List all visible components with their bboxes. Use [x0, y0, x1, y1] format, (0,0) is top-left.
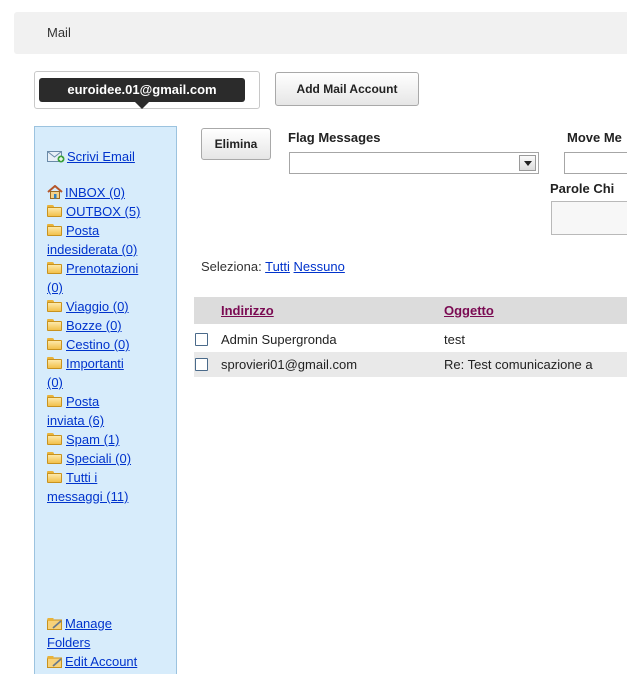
folder-label-line1[interactable]: Posta	[66, 223, 99, 238]
folder-icon	[47, 300, 63, 312]
home-icon	[47, 185, 63, 199]
folder-icon	[47, 452, 63, 464]
row-from[interactable]: sprovieri01@gmail.com	[221, 357, 357, 372]
folder-icon	[47, 357, 63, 369]
column-header-subject[interactable]: Oggetto	[444, 303, 494, 318]
folder-sidebar: Scrivi Email INBOX (0) OUTBOX (5) Posta …	[34, 126, 177, 674]
row-subject[interactable]: Re: Test comunicazione a	[444, 357, 627, 372]
folder-label-line2[interactable]: (0)	[47, 280, 63, 295]
folder-icon	[47, 433, 63, 445]
select-all-link[interactable]: Tutti	[265, 259, 290, 274]
message-table-header: Indirizzo Oggetto	[194, 297, 627, 324]
move-messages-select[interactable]	[564, 152, 627, 174]
folder-icon	[47, 395, 63, 407]
folder-speciali-label[interactable]: Speciali (0)	[66, 451, 131, 466]
folder-bozze[interactable]: Bozze (0)	[47, 316, 122, 335]
table-row[interactable]: Admin Supergronda test	[194, 327, 627, 352]
manage-folders-label[interactable]: Manage	[65, 616, 112, 631]
folder-posta-inviata[interactable]: Posta	[47, 392, 99, 411]
folder-icon	[47, 471, 63, 483]
folder-cestino[interactable]: Cestino (0)	[47, 335, 130, 354]
selection-prefix: Seleziona:	[201, 259, 262, 274]
folder-tutti-messaggi[interactable]: Tutti i	[47, 468, 97, 487]
row-checkbox[interactable]	[195, 333, 208, 346]
compose-email-link[interactable]: Scrivi Email	[47, 147, 135, 166]
folder-cestino-label[interactable]: Cestino (0)	[66, 337, 130, 352]
compose-mail-icon	[47, 151, 65, 163]
folder-icon	[47, 338, 63, 350]
edit-account-label[interactable]: Edit Account	[65, 654, 137, 669]
select-none-link[interactable]: Nessuno	[294, 259, 345, 274]
account-pointer-icon	[135, 102, 149, 109]
move-messages-label: Move Me	[567, 130, 622, 145]
folder-icon	[47, 319, 63, 331]
compose-email-label[interactable]: Scrivi Email	[67, 149, 135, 164]
folder-label-line1[interactable]: Posta	[66, 394, 99, 409]
folder-viaggio[interactable]: Viaggio (0)	[47, 297, 129, 316]
delete-button[interactable]: Elimina	[201, 128, 271, 160]
folder-label-line2[interactable]: (0)	[47, 375, 63, 390]
folder-label-line1[interactable]: Prenotazioni	[66, 261, 138, 276]
folder-icon	[47, 262, 63, 274]
chevron-down-icon[interactable]	[519, 155, 536, 171]
flag-messages-label: Flag Messages	[288, 130, 381, 145]
add-mail-account-button[interactable]: Add Mail Account	[275, 72, 419, 106]
folder-speciali[interactable]: Speciali (0)	[47, 449, 131, 468]
edit-account-icon	[47, 656, 62, 668]
folder-icon	[47, 224, 63, 236]
row-from[interactable]: Admin Supergronda	[221, 332, 337, 347]
column-header-address[interactable]: Indirizzo	[221, 303, 274, 318]
folder-posta-inviata-line2[interactable]: inviata (6)	[47, 411, 104, 430]
table-row[interactable]: sprovieri01@gmail.com Re: Test comunicaz…	[194, 352, 627, 377]
folder-spam-label[interactable]: Spam (1)	[66, 432, 119, 447]
folder-outbox-label[interactable]: OUTBOX (5)	[66, 204, 140, 219]
account-email-badge[interactable]: euroidee.01@gmail.com	[39, 78, 245, 102]
folder-prenotazioni-line2[interactable]: (0)	[47, 278, 63, 297]
folder-posta-indesiderata-line2[interactable]: indesiderata (0)	[47, 240, 137, 259]
folder-prenotazioni[interactable]: Prenotazioni	[47, 259, 138, 278]
folder-importanti-line2[interactable]: (0)	[47, 373, 63, 392]
folder-outbox[interactable]: OUTBOX (5)	[47, 202, 140, 221]
manage-folders-icon	[47, 618, 62, 630]
manage-folders-link[interactable]: Manage	[47, 614, 112, 633]
keywords-input[interactable]	[551, 201, 627, 235]
page-title: Mail	[47, 25, 71, 40]
folder-icon	[47, 205, 63, 217]
manage-folders-line2[interactable]: Folders	[47, 633, 90, 652]
top-bar: Mail	[14, 12, 627, 54]
edit-account-link[interactable]: Edit Account	[47, 652, 137, 671]
keywords-label: Parole Chi	[550, 181, 615, 196]
row-checkbox[interactable]	[195, 358, 208, 371]
folder-posta-indesiderata[interactable]: Posta	[47, 221, 99, 240]
folder-label-line1[interactable]: Tutti i	[66, 470, 97, 485]
flag-messages-select[interactable]	[289, 152, 539, 174]
folder-label-line2[interactable]: inviata (6)	[47, 413, 104, 428]
manage-folders-label-line2[interactable]: Folders	[47, 635, 90, 650]
folder-tutti-messaggi-line2[interactable]: messaggi (11)	[47, 487, 128, 506]
folder-label-line2[interactable]: indesiderata (0)	[47, 242, 137, 257]
folder-label-line1[interactable]: Importanti	[66, 356, 124, 371]
folder-viaggio-label[interactable]: Viaggio (0)	[66, 299, 129, 314]
folder-inbox-label[interactable]: INBOX (0)	[65, 185, 125, 200]
folder-spam[interactable]: Spam (1)	[47, 430, 119, 449]
folder-inbox[interactable]: INBOX (0)	[47, 183, 125, 202]
folder-importanti[interactable]: Importanti	[47, 354, 124, 373]
row-subject[interactable]: test	[444, 332, 627, 347]
folder-label-line2[interactable]: messaggi (11)	[47, 489, 128, 504]
folder-bozze-label[interactable]: Bozze (0)	[66, 318, 122, 333]
selection-controls: Seleziona: Tutti Nessuno	[201, 259, 345, 274]
